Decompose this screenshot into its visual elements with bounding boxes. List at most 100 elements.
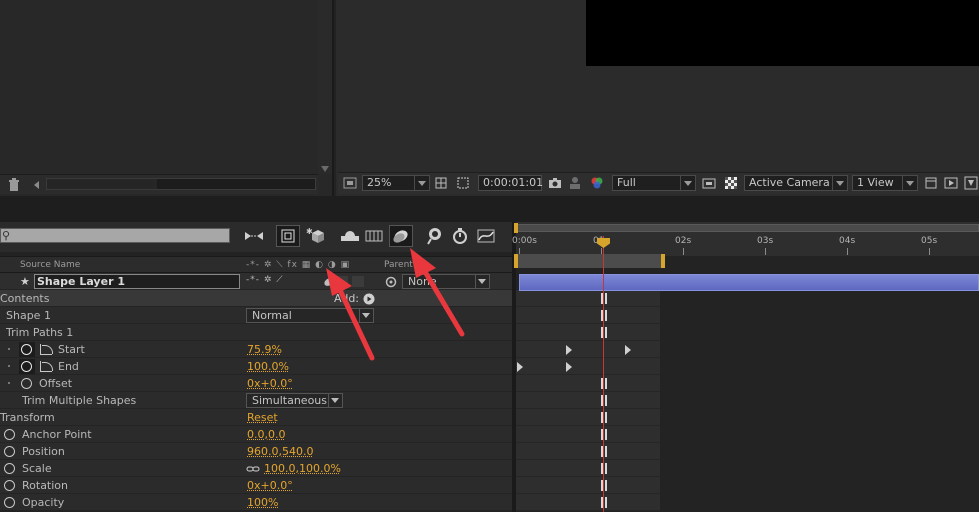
draft-3d-button[interactable] <box>276 225 300 247</box>
property-dot-icon <box>8 382 10 384</box>
current-time-marker <box>601 480 607 491</box>
layer-switches[interactable]: -*- ✲ ⟋ <box>246 275 284 285</box>
trim-multiple-shapes-dropdown[interactable]: Simultaneousl <box>246 393 343 408</box>
camera-view-dropdown[interactable]: Active Camera <box>744 175 848 191</box>
arrow-to-motion-blur-button <box>410 248 465 337</box>
ruler-label-0: 0:00s <box>512 236 537 246</box>
search-input[interactable]: ⚲ <box>0 228 230 243</box>
current-time-marker <box>601 378 607 389</box>
project-vertical-scrollbar[interactable] <box>318 0 332 174</box>
ruler-tick <box>683 248 684 255</box>
camera-snapshot-icon[interactable] <box>548 176 562 190</box>
end-keyframe[interactable] <box>566 362 572 372</box>
ruler-label-4: 04s <box>839 236 856 246</box>
timecode-display[interactable]: 0:00:01:01 <box>478 175 543 191</box>
start-keyframe[interactable] <box>566 345 572 355</box>
panel-divider <box>0 196 979 222</box>
offset-value[interactable]: 0x+0.0° <box>247 377 293 390</box>
opacity-row[interactable]: Opacity 100% <box>0 494 512 511</box>
graph-row <box>516 426 660 443</box>
annotation-arrows <box>326 248 465 361</box>
position-value[interactable]: 960.0,540.0 <box>247 445 313 458</box>
constrain-proportions-icon[interactable] <box>246 462 260 476</box>
region-of-interest-icon[interactable] <box>456 176 470 190</box>
scale-row[interactable]: Scale 100.0,100.0% <box>0 460 512 477</box>
current-time-marker <box>601 310 607 321</box>
offset-row[interactable]: Offset 0x+0.0° <box>0 375 512 392</box>
playhead-line[interactable] <box>603 236 604 512</box>
transparency-grid-icon[interactable] <box>724 176 738 190</box>
start-keyframe[interactable] <box>625 345 631 355</box>
graph-row <box>516 460 660 477</box>
toggle-pixel-aspect-icon[interactable] <box>924 176 938 190</box>
ruler-label-5: 05s <box>921 236 938 246</box>
rotation-row[interactable]: Rotation 0x+0.0° <box>0 477 512 494</box>
show-snapshot-icon[interactable] <box>568 176 582 190</box>
anchor-point-value[interactable]: 0.0,0.0 <box>247 428 285 441</box>
property-dot-icon <box>8 348 10 350</box>
arrow-to-motion-blur-switch <box>326 268 375 361</box>
composition-mini-flowchart-button[interactable] <box>242 225 266 247</box>
trash-icon[interactable] <box>7 178 21 192</box>
work-area-start-handle[interactable] <box>514 254 518 268</box>
scale-value[interactable]: 100.0,100.0% <box>264 462 341 475</box>
flowchart-icon[interactable] <box>964 176 978 190</box>
trim-multiple-shapes-row[interactable]: Trim Multiple Shapes Simultaneousl <box>0 392 512 409</box>
graph-row <box>516 392 660 409</box>
stopwatch-icon[interactable] <box>21 344 32 355</box>
graph-row <box>516 494 660 511</box>
rotation-value[interactable]: 0x+0.0° <box>247 479 293 492</box>
graph-icon[interactable] <box>40 344 53 355</box>
ruler-tick <box>847 248 848 255</box>
time-ruler[interactable] <box>514 222 979 256</box>
channel-rgb-icon[interactable] <box>590 176 604 190</box>
end-value[interactable]: 100.0% <box>247 360 289 373</box>
stopwatch-icon[interactable] <box>4 446 15 457</box>
always-preview-icon[interactable] <box>343 176 357 190</box>
stopwatch-icon[interactable] <box>21 361 32 372</box>
current-time-marker <box>601 293 607 304</box>
end-keyframe[interactable] <box>517 362 523 372</box>
start-value[interactable]: 75.9% <box>247 343 282 356</box>
time-navigator[interactable] <box>516 224 979 232</box>
graph-row <box>516 290 660 307</box>
resolution-grid-icon[interactable] <box>434 176 448 190</box>
stopwatch-icon[interactable] <box>4 429 15 440</box>
ruler-label-2: 02s <box>675 236 692 246</box>
transform-row[interactable]: Transform Reset <box>0 409 512 426</box>
stopwatch-icon[interactable] <box>21 378 32 389</box>
layer-duration-bar[interactable] <box>519 274 979 291</box>
work-area-bar[interactable] <box>516 254 663 268</box>
graph-icon[interactable] <box>40 361 53 372</box>
composition-canvas[interactable] <box>586 0 979 66</box>
stopwatch-icon[interactable] <box>4 497 15 508</box>
current-time-marker <box>601 497 607 508</box>
layer-name-field[interactable]: Shape Layer 1 <box>34 274 240 289</box>
graph-row <box>516 358 660 375</box>
position-row[interactable]: Position 960.0,540.0 <box>0 443 512 460</box>
stopwatch-icon[interactable] <box>4 463 15 474</box>
source-name-header[interactable]: Source Name <box>20 260 80 270</box>
current-time-marker <box>601 327 607 338</box>
svg-text:✱: ✱ <box>306 227 313 236</box>
property-dot-icon <box>8 365 10 367</box>
project-horizontal-scrollbar[interactable] <box>46 178 316 190</box>
anchor-point-row[interactable]: Anchor Point 0.0,0.0 <box>0 426 512 443</box>
magnification-dropdown[interactable]: 25% <box>362 175 430 191</box>
graph-row <box>516 409 660 426</box>
reset-link[interactable]: Reset <box>247 411 278 424</box>
fast-previews-icon[interactable] <box>702 176 716 190</box>
work-area-end-handle[interactable] <box>661 254 665 268</box>
fast-preview-toggle-icon[interactable] <box>944 176 958 190</box>
opacity-value[interactable]: 100% <box>247 496 278 509</box>
current-time-marker <box>601 412 607 423</box>
current-time-marker <box>601 463 607 474</box>
composition-footer: 25% 0:00:01:01 Full Active Camera 1 View <box>338 172 979 194</box>
shy-icon[interactable]: ★ <box>20 275 30 288</box>
view-layout-dropdown[interactable]: 1 View <box>852 175 918 191</box>
navigator-start-handle[interactable] <box>514 223 518 233</box>
scroll-left-icon[interactable] <box>30 178 44 192</box>
stopwatch-icon[interactable] <box>4 480 15 491</box>
ruler-tick <box>929 248 930 255</box>
resolution-dropdown[interactable]: Full <box>612 175 696 191</box>
